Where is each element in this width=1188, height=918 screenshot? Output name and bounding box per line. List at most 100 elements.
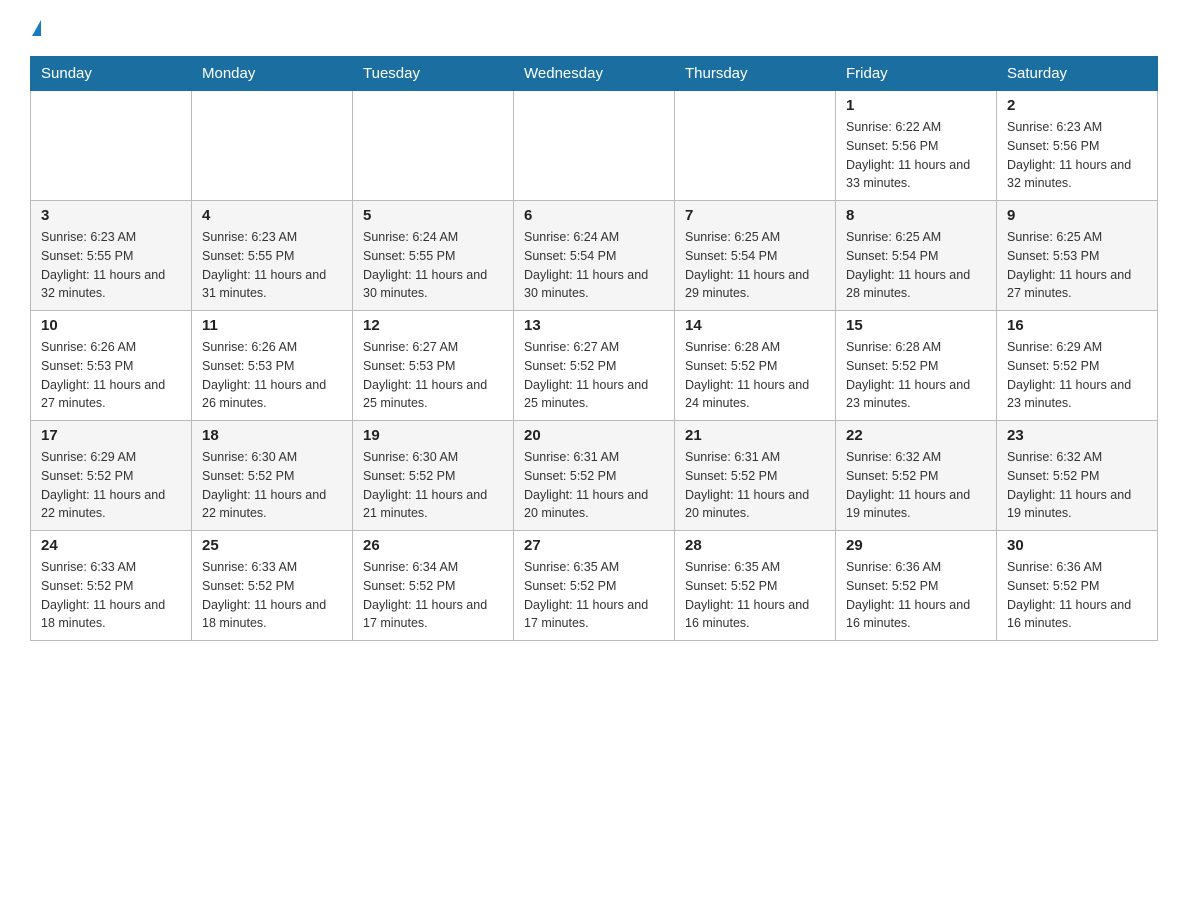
calendar-header-sunday: Sunday (31, 57, 192, 91)
day-info: Sunrise: 6:23 AM Sunset: 5:56 PM Dayligh… (1007, 118, 1147, 193)
calendar-cell: 16Sunrise: 6:29 AM Sunset: 5:52 PM Dayli… (997, 311, 1158, 421)
day-info: Sunrise: 6:36 AM Sunset: 5:52 PM Dayligh… (1007, 558, 1147, 633)
day-info: Sunrise: 6:33 AM Sunset: 5:52 PM Dayligh… (41, 558, 181, 633)
calendar-cell: 5 Sunrise: 6:24 AM Sunset: 5:55 PM Daylig… (353, 201, 514, 311)
calendar-header-tuesday: Tuesday (353, 57, 514, 91)
day-number: 12 (363, 317, 503, 334)
calendar-cell: 21Sunrise: 6:31 AM Sunset: 5:52 PM Dayli… (675, 421, 836, 531)
calendar-cell (31, 91, 192, 201)
calendar-cell: 12Sunrise: 6:27 AM Sunset: 5:53 PM Dayli… (353, 311, 514, 421)
calendar-header-row: SundayMondayTuesdayWednesdayThursdayFrid… (31, 57, 1158, 91)
day-info: Sunrise: 6:35 AM Sunset: 5:52 PM Dayligh… (685, 558, 825, 633)
calendar-cell: 15 Sunrise: 6:28 AM Sunset: 5:52 PM Dayli… (836, 311, 997, 421)
day-number: 5 (363, 207, 503, 224)
day-number: 15 (846, 317, 986, 334)
day-info: Sunrise: 6:29 AM Sunset: 5:52 PM Dayligh… (41, 448, 181, 523)
page-header (30, 20, 1158, 36)
calendar-cell: 17 Sunrise: 6:29 AM Sunset: 5:52 PM Dayli… (31, 421, 192, 531)
calendar-cell: 9 Sunrise: 6:25 AM Sunset: 5:53 PM Daylig… (997, 201, 1158, 311)
calendar-header-monday: Monday (192, 57, 353, 91)
calendar-cell: 20Sunrise: 6:31 AM Sunset: 5:52 PM Dayli… (514, 421, 675, 531)
day-info: Sunrise: 6:32 AM Sunset: 5:52 PM Dayligh… (846, 448, 986, 523)
day-number: 24 (41, 537, 181, 554)
calendar-table: SundayMondayTuesdayWednesdayThursdayFrid… (30, 56, 1158, 641)
day-number: 11 (202, 317, 342, 334)
day-number: 22 (846, 427, 986, 444)
calendar-cell: 4 Sunrise: 6:23 AM Sunset: 5:55 PM Daylig… (192, 201, 353, 311)
day-number: 1 (846, 97, 986, 114)
calendar-cell: 23Sunrise: 6:32 AM Sunset: 5:52 PM Dayli… (997, 421, 1158, 531)
day-info: Sunrise: 6:27 AM Sunset: 5:52 PM Dayligh… (524, 338, 664, 413)
calendar-week-row: 3 Sunrise: 6:23 AM Sunset: 5:55 PM Daylig… (31, 201, 1158, 311)
calendar-header-friday: Friday (836, 57, 997, 91)
day-info: Sunrise: 6:23 AM Sunset: 5:55 PM Dayligh… (202, 228, 342, 303)
logo-triangle-icon (32, 20, 41, 36)
day-number: 20 (524, 427, 664, 444)
day-info: Sunrise: 6:25 AM Sunset: 5:54 PM Dayligh… (846, 228, 986, 303)
logo (30, 20, 41, 36)
day-info: Sunrise: 6:25 AM Sunset: 5:54 PM Dayligh… (685, 228, 825, 303)
day-number: 18 (202, 427, 342, 444)
day-info: Sunrise: 6:23 AM Sunset: 5:55 PM Dayligh… (41, 228, 181, 303)
day-number: 3 (41, 207, 181, 224)
calendar-cell: 30 Sunrise: 6:36 AM Sunset: 5:52 PM Dayli… (997, 531, 1158, 641)
calendar-cell: 27Sunrise: 6:35 AM Sunset: 5:52 PM Dayli… (514, 531, 675, 641)
day-number: 2 (1007, 97, 1147, 114)
calendar-cell: 28 Sunrise: 6:35 AM Sunset: 5:52 PM Dayli… (675, 531, 836, 641)
calendar-header-saturday: Saturday (997, 57, 1158, 91)
day-number: 30 (1007, 537, 1147, 554)
day-info: Sunrise: 6:26 AM Sunset: 5:53 PM Dayligh… (41, 338, 181, 413)
calendar-cell: 8 Sunrise: 6:25 AM Sunset: 5:54 PM Daylig… (836, 201, 997, 311)
day-info: Sunrise: 6:35 AM Sunset: 5:52 PM Dayligh… (524, 558, 664, 633)
calendar-cell: 7 Sunrise: 6:25 AM Sunset: 5:54 PM Daylig… (675, 201, 836, 311)
calendar-cell: 22 Sunrise: 6:32 AM Sunset: 5:52 PM Dayli… (836, 421, 997, 531)
day-number: 8 (846, 207, 986, 224)
day-number: 4 (202, 207, 342, 224)
day-info: Sunrise: 6:22 AM Sunset: 5:56 PM Dayligh… (846, 118, 986, 193)
day-info: Sunrise: 6:24 AM Sunset: 5:55 PM Dayligh… (363, 228, 503, 303)
day-info: Sunrise: 6:30 AM Sunset: 5:52 PM Dayligh… (363, 448, 503, 523)
day-info: Sunrise: 6:26 AM Sunset: 5:53 PM Dayligh… (202, 338, 342, 413)
day-number: 9 (1007, 207, 1147, 224)
day-info: Sunrise: 6:28 AM Sunset: 5:52 PM Dayligh… (846, 338, 986, 413)
day-number: 14 (685, 317, 825, 334)
day-number: 29 (846, 537, 986, 554)
calendar-cell (192, 91, 353, 201)
calendar-cell: 10 Sunrise: 6:26 AM Sunset: 5:53 PM Dayli… (31, 311, 192, 421)
calendar-cell: 14 Sunrise: 6:28 AM Sunset: 5:52 PM Dayli… (675, 311, 836, 421)
calendar-cell (353, 91, 514, 201)
calendar-cell: 3 Sunrise: 6:23 AM Sunset: 5:55 PM Daylig… (31, 201, 192, 311)
calendar-header-wednesday: Wednesday (514, 57, 675, 91)
day-info: Sunrise: 6:33 AM Sunset: 5:52 PM Dayligh… (202, 558, 342, 633)
day-number: 13 (524, 317, 664, 334)
day-number: 25 (202, 537, 342, 554)
day-number: 28 (685, 537, 825, 554)
day-number: 6 (524, 207, 664, 224)
day-number: 21 (685, 427, 825, 444)
calendar-cell: 6Sunrise: 6:24 AM Sunset: 5:54 PM Daylig… (514, 201, 675, 311)
calendar-cell: 11 Sunrise: 6:26 AM Sunset: 5:53 PM Dayli… (192, 311, 353, 421)
calendar-week-row: 10 Sunrise: 6:26 AM Sunset: 5:53 PM Dayli… (31, 311, 1158, 421)
calendar-cell: 25 Sunrise: 6:33 AM Sunset: 5:52 PM Dayli… (192, 531, 353, 641)
calendar-cell: 24 Sunrise: 6:33 AM Sunset: 5:52 PM Dayli… (31, 531, 192, 641)
day-info: Sunrise: 6:34 AM Sunset: 5:52 PM Dayligh… (363, 558, 503, 633)
calendar-cell: 18 Sunrise: 6:30 AM Sunset: 5:52 PM Dayli… (192, 421, 353, 531)
calendar-cell (675, 91, 836, 201)
day-number: 10 (41, 317, 181, 334)
calendar-week-row: 17 Sunrise: 6:29 AM Sunset: 5:52 PM Dayli… (31, 421, 1158, 531)
day-info: Sunrise: 6:25 AM Sunset: 5:53 PM Dayligh… (1007, 228, 1147, 303)
day-info: Sunrise: 6:28 AM Sunset: 5:52 PM Dayligh… (685, 338, 825, 413)
calendar-cell: 2 Sunrise: 6:23 AM Sunset: 5:56 PM Daylig… (997, 91, 1158, 201)
calendar-cell (514, 91, 675, 201)
day-info: Sunrise: 6:36 AM Sunset: 5:52 PM Dayligh… (846, 558, 986, 633)
calendar-header-thursday: Thursday (675, 57, 836, 91)
calendar-cell: 1 Sunrise: 6:22 AM Sunset: 5:56 PM Daylig… (836, 91, 997, 201)
calendar-week-row: 1 Sunrise: 6:22 AM Sunset: 5:56 PM Daylig… (31, 91, 1158, 201)
calendar-cell: 13 Sunrise: 6:27 AM Sunset: 5:52 PM Dayli… (514, 311, 675, 421)
calendar-week-row: 24 Sunrise: 6:33 AM Sunset: 5:52 PM Dayli… (31, 531, 1158, 641)
day-info: Sunrise: 6:30 AM Sunset: 5:52 PM Dayligh… (202, 448, 342, 523)
day-number: 19 (363, 427, 503, 444)
day-info: Sunrise: 6:32 AM Sunset: 5:52 PM Dayligh… (1007, 448, 1147, 523)
day-number: 7 (685, 207, 825, 224)
day-number: 17 (41, 427, 181, 444)
